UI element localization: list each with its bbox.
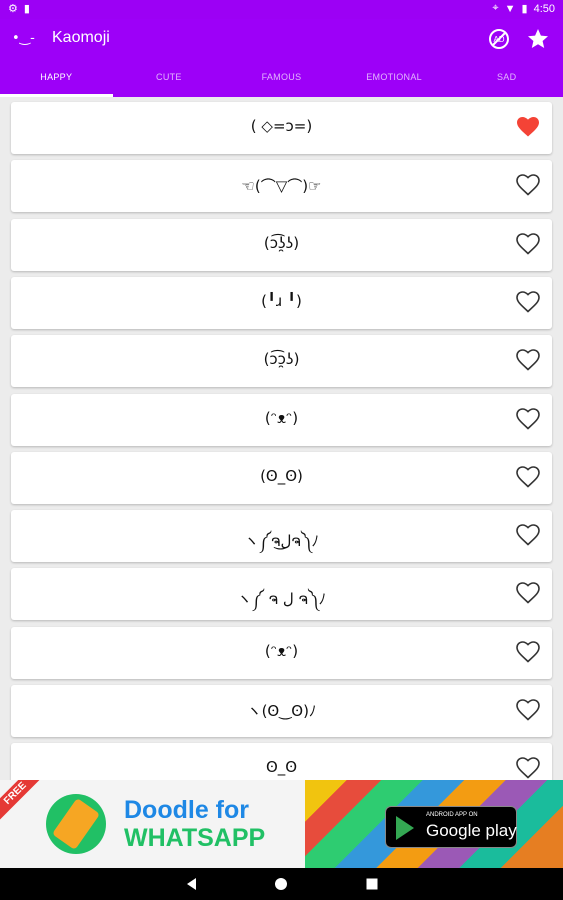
notification-icons: ⚙ ▮ [8, 2, 30, 15]
doodle-app-icon [46, 794, 106, 854]
kaomoji-text: (ᵔᴥᵔ) [264, 408, 299, 427]
status-bar: ⚙ ▮ ⌖ ▼ ▮ 4:50 [0, 0, 563, 19]
heart-outline-icon[interactable] [515, 465, 541, 489]
ad-banner[interactable]: FREE Doodle for WHATSAPP ANDROID APP ON … [0, 780, 563, 868]
tab-emotional[interactable]: EMOTIONAL [338, 59, 451, 97]
kaomoji-text: ☜(⌒▽⌒)☞ [241, 177, 322, 196]
ad-free-ribbon: FREE [0, 780, 48, 826]
heart-outline-icon[interactable] [515, 348, 541, 372]
pencil-icon [51, 797, 101, 851]
kaomoji-card[interactable]: (╹ɹ ╹) [11, 276, 552, 329]
app-title: Kaomoji [52, 29, 110, 46]
kaomoji-text: (ʘ_ʘ) [260, 466, 303, 485]
back-button[interactable] [183, 875, 201, 893]
favorites-button[interactable] [526, 27, 550, 51]
tab-sad[interactable]: SAD [450, 59, 563, 97]
store-caption: ANDROID APP ON [426, 812, 478, 818]
app-logo: •‿- [12, 31, 35, 46]
kaomoji-card[interactable]: ヽ༼ຈل͜ຈ༽ﾉ [11, 510, 552, 563]
google-play-badge[interactable]: ANDROID APP ON Google play [385, 806, 517, 848]
kaomoji-card[interactable]: ☜(⌒▽⌒)☞ [11, 160, 552, 213]
heart-outline-icon[interactable] [515, 523, 541, 547]
heart-outline-icon[interactable] [515, 407, 541, 431]
status-time: 4:50 [533, 2, 555, 15]
kaomoji-card[interactable]: ( ◇=ɔ=) [11, 102, 552, 154]
kaomoji-text: (ᵔᴥᵔ) [264, 641, 299, 660]
system-status: ⌖ ▼ ▮ 4:50 [492, 2, 555, 15]
kaomoji-text: (ɔ͡ʖ̯ʖ) [263, 233, 300, 252]
heart-outline-icon[interactable] [515, 581, 541, 605]
home-button[interactable] [272, 875, 290, 893]
settings-icon: ⚙ [8, 2, 18, 15]
heart-outline-icon[interactable] [515, 173, 541, 197]
recents-icon [366, 878, 378, 890]
tab-famous[interactable]: FAMOUS [225, 59, 338, 97]
home-icon [275, 878, 287, 890]
tab-happy[interactable]: HAPPY [0, 59, 113, 97]
kaomoji-text: ヽ༼ ຈ ل ຈ༽ﾉ [236, 590, 327, 609]
kaomoji-card[interactable]: (ɔ͡ʖ̯ʖ) [11, 218, 552, 271]
remove-ads-button[interactable]: AD [487, 27, 511, 51]
tab-cute[interactable]: CUTE [113, 59, 226, 97]
kaomoji-card[interactable]: ヽ༼ ຈ ل ຈ༽ﾉ [11, 568, 552, 621]
heart-outline-icon[interactable] [515, 290, 541, 314]
navigation-bar [0, 868, 563, 900]
heart-outline-icon[interactable] [515, 232, 541, 256]
kaomoji-card[interactable]: ヽ(ʘ‿ʘ)ﾉ [11, 685, 552, 737]
back-icon [187, 878, 196, 890]
no-ads-icon: AD [489, 29, 509, 49]
heart-outline-icon[interactable] [515, 640, 541, 664]
kaomoji-text: ( ◇=ɔ=) [250, 117, 313, 135]
kaomoji-text: ヽ(ʘ‿ʘ)ﾉ [246, 702, 317, 720]
recents-button[interactable] [363, 875, 381, 893]
kaomoji-list: ( ◇=ɔ=) ☜(⌒▽⌒)☞ (ɔ͡ʖ̯ʖ) (╹ɹ ╹) (ɔ͡ɔ̯ʖ) (ᵔᴥᵔ) (… [0, 97, 563, 780]
location-icon: ⌖ [492, 2, 499, 14]
kaomoji-card[interactable]: (ɔ͡ɔ̯ʖ) [11, 335, 552, 388]
star-icon [528, 29, 548, 48]
sd-card-icon: ▮ [23, 2, 30, 15]
kaomoji-text: (╹ɹ ╹) [261, 291, 302, 310]
battery-icon: ▮ [521, 3, 528, 15]
kaomoji-text: ヽ༼ຈل͜ຈ༽ﾉ [244, 532, 319, 551]
heart-outline-icon[interactable] [515, 756, 541, 780]
kaomoji-card[interactable]: (ᵔᴥᵔ) [11, 393, 552, 446]
kaomoji-text: ʘ_ʘ [265, 758, 298, 777]
kaomoji-text: (ɔ͡ɔ̯ʖ) [263, 350, 300, 369]
kaomoji-card[interactable]: (ʘ_ʘ) [11, 451, 552, 504]
app-bar: •‿- Kaomoji AD [0, 19, 563, 59]
wifi-icon: ▼ [504, 2, 516, 15]
play-store-icon [396, 816, 414, 840]
category-tabs: HAPPY CUTE FAMOUS EMOTIONAL SAD [0, 59, 563, 97]
heart-outline-icon[interactable] [515, 698, 541, 722]
kaomoji-card[interactable]: (ᵔᴥᵔ) [11, 626, 552, 679]
store-name: Google play [426, 821, 517, 840]
ad-headline-2: WHATSAPP [124, 824, 266, 852]
kaomoji-card[interactable]: ʘ_ʘ [11, 743, 552, 780]
ad-headline-1: Doodle for [124, 796, 249, 824]
heart-filled-icon[interactable] [515, 115, 541, 139]
